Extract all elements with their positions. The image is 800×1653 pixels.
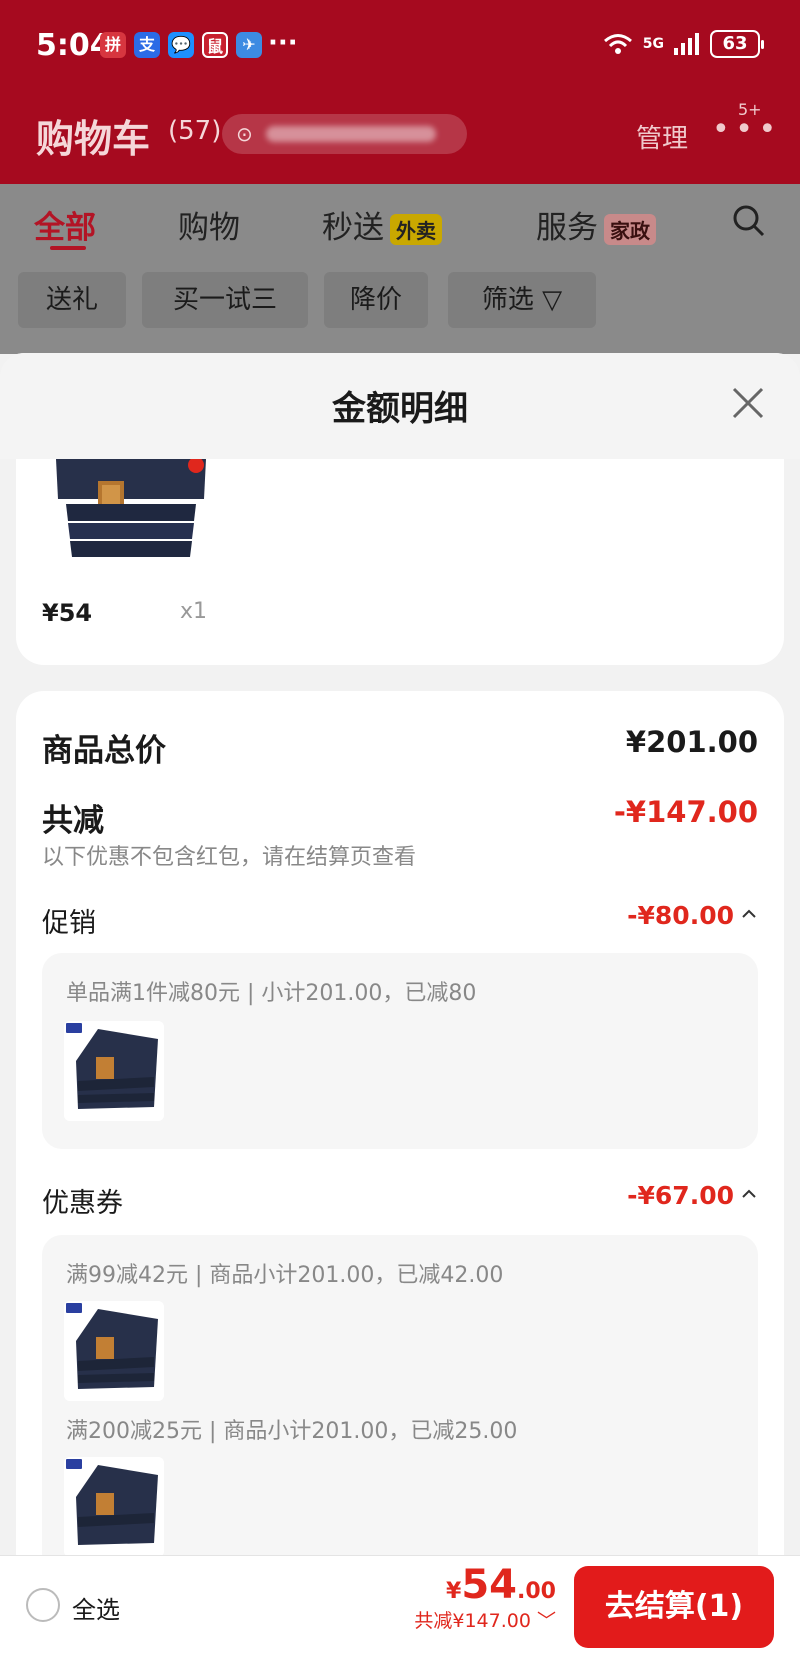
promotion-row[interactable]: 促销 -¥80.00 <box>42 901 758 941</box>
chip-price-drop[interactable]: 降价 <box>324 272 428 328</box>
coupon-label: 优惠券 <box>42 1188 123 1219</box>
brand-logo <box>66 1459 82 1469</box>
takeout-tag: 外卖 <box>390 214 442 245</box>
total-decimal: .00 <box>517 1579 556 1604</box>
discount-note: 以下优惠不包含红包，请在结算页查看 <box>42 845 417 870</box>
promotion-detail-line: 单品满1件减80元 | 小计201.00，已减80 <box>66 981 477 1006</box>
chip-gift[interactable]: 送礼 <box>18 272 126 328</box>
coupon-value: -¥67.00 <box>627 1181 734 1210</box>
tab-services-label: 服务 <box>536 210 598 246</box>
total-integer: 54 <box>461 1562 518 1608</box>
message-badge: 5+ <box>738 100 762 119</box>
coupon-product-thumb[interactable] <box>64 1457 164 1557</box>
goods-total-label: 商品总价 <box>42 733 166 769</box>
reduction-text: 共减¥147.00 <box>414 1610 531 1632</box>
system-indicators: 5G 63 <box>603 30 764 58</box>
tab-shopping-label: 购物 <box>178 210 240 246</box>
tab-all-label: 全部 <box>34 210 96 246</box>
cart-header: 购物车 (57) ⊙ 管理 • • • 5+ <box>0 92 800 184</box>
manage-button[interactable]: 管理 <box>636 118 688 155</box>
checkout-bar: 全选 ¥54.00 共减¥147.00 ﹀ 去结算(1) <box>0 1555 800 1653</box>
select-all-checkbox[interactable] <box>26 1588 60 1622</box>
page-title: 购物车 <box>36 117 151 161</box>
promotion-value: -¥80.00 <box>627 901 734 930</box>
price-breakdown-card: 商品总价 ¥201.00 共减 -¥147.00 以下优惠不包含红包，请在结算页… <box>16 691 784 1653</box>
tab-shopping[interactable]: 购物 <box>178 202 240 247</box>
coupon-detail-line: 满99减42元 | 商品小计201.00，已减42.00 <box>66 1263 504 1288</box>
tab-all[interactable]: 全部 <box>34 202 96 247</box>
chip-filter[interactable]: 筛选 ▽ <box>448 272 596 328</box>
tab-instant-delivery[interactable]: 秒送 外卖 <box>322 202 442 247</box>
chevron-up-icon[interactable] <box>740 905 758 923</box>
total-amount: ¥54.00 <box>414 1562 556 1608</box>
sheet-title: 金额明细 <box>332 389 468 429</box>
category-tabs: 全部 购物 秒送 外卖 服务 家政 <box>0 184 800 264</box>
close-icon[interactable] <box>728 383 768 423</box>
pinduoduo-notification-icon: 拼 <box>100 32 126 58</box>
more-notifications-icon: ··· <box>268 28 298 58</box>
blurred-address <box>266 126 436 142</box>
signal-icon <box>674 33 699 55</box>
filter-chips: 送礼 买一试三 降价 筛选 ▽ <box>0 264 800 354</box>
coupon-row[interactable]: 优惠券 -¥67.00 <box>42 1181 758 1221</box>
goods-total-value: ¥201.00 <box>625 725 758 759</box>
jeans-product-image[interactable] <box>46 459 216 569</box>
total-reduction-value: -¥147.00 <box>613 795 758 829</box>
network-type: 5G <box>642 36 664 52</box>
reduction-summary[interactable]: 共减¥147.00 ﹀ <box>414 1606 556 1633</box>
jeans-thumb-image <box>64 1021 164 1121</box>
app-notification-icon: 鼠 <box>202 32 228 58</box>
checkout-button[interactable]: 去结算(1) <box>574 1566 774 1648</box>
promotion-product-thumb[interactable] <box>64 1021 164 1121</box>
goods-total-row: 商品总价 ¥201.00 <box>42 725 758 769</box>
promotion-detail-box: 单品满1件减80元 | 小计201.00，已减80 <box>42 953 758 1149</box>
amount-detail-sheet: 金额明细 ¥54 x1 商品总价 ¥201.00 共减 -¥147.00 以下优… <box>0 353 800 1653</box>
promotion-label: 促销 <box>42 908 96 939</box>
notification-icons: 拼 支 💬 鼠 ✈ <box>100 32 262 58</box>
item-price: ¥54 <box>42 599 93 627</box>
chip-try-three[interactable]: 买一试三 <box>142 272 308 328</box>
cart-count: (57) <box>168 116 222 146</box>
tab-instant-delivery-label: 秒送 <box>322 210 384 246</box>
status-bar: 5:04 拼 支 💬 鼠 ✈ ··· 5G 63 <box>0 0 800 92</box>
brand-logo <box>66 1303 82 1313</box>
message-notification-icon: 💬 <box>168 32 194 58</box>
jeans-thumb-image <box>64 1457 164 1557</box>
plane-notification-icon: ✈ <box>236 32 262 58</box>
battery-indicator: 63 <box>710 30 764 58</box>
chevron-down-icon: ﹀ <box>536 1610 556 1632</box>
item-card: ¥54 x1 <box>16 459 784 665</box>
coupon-detail-line: 满200减25元 | 商品小计201.00，已减25.00 <box>66 1419 518 1444</box>
search-icon[interactable] <box>732 204 766 238</box>
sheet-header: 金额明细 <box>0 353 800 459</box>
address-selector[interactable]: ⊙ <box>222 114 467 154</box>
brand-logo <box>66 1023 82 1033</box>
active-tab-indicator <box>50 246 86 250</box>
tab-services[interactable]: 服务 家政 <box>536 202 656 247</box>
item-quantity: x1 <box>180 599 208 624</box>
currency-symbol: ¥ <box>446 1579 462 1604</box>
housekeeping-tag: 家政 <box>604 214 656 245</box>
coupon-product-thumb[interactable] <box>64 1301 164 1401</box>
alipay-notification-icon: 支 <box>134 32 160 58</box>
total-reduction-row: 共减 -¥147.00 <box>42 795 758 839</box>
select-all-label[interactable]: 全选 <box>72 1590 120 1625</box>
jeans-thumb-image <box>64 1301 164 1401</box>
wifi-icon <box>603 34 632 54</box>
total-reduction-label: 共减 <box>42 803 104 839</box>
chevron-up-icon[interactable] <box>740 1185 758 1203</box>
location-icon: ⊙ <box>236 122 253 146</box>
total-price: ¥54.00 共减¥147.00 ﹀ <box>414 1562 556 1633</box>
